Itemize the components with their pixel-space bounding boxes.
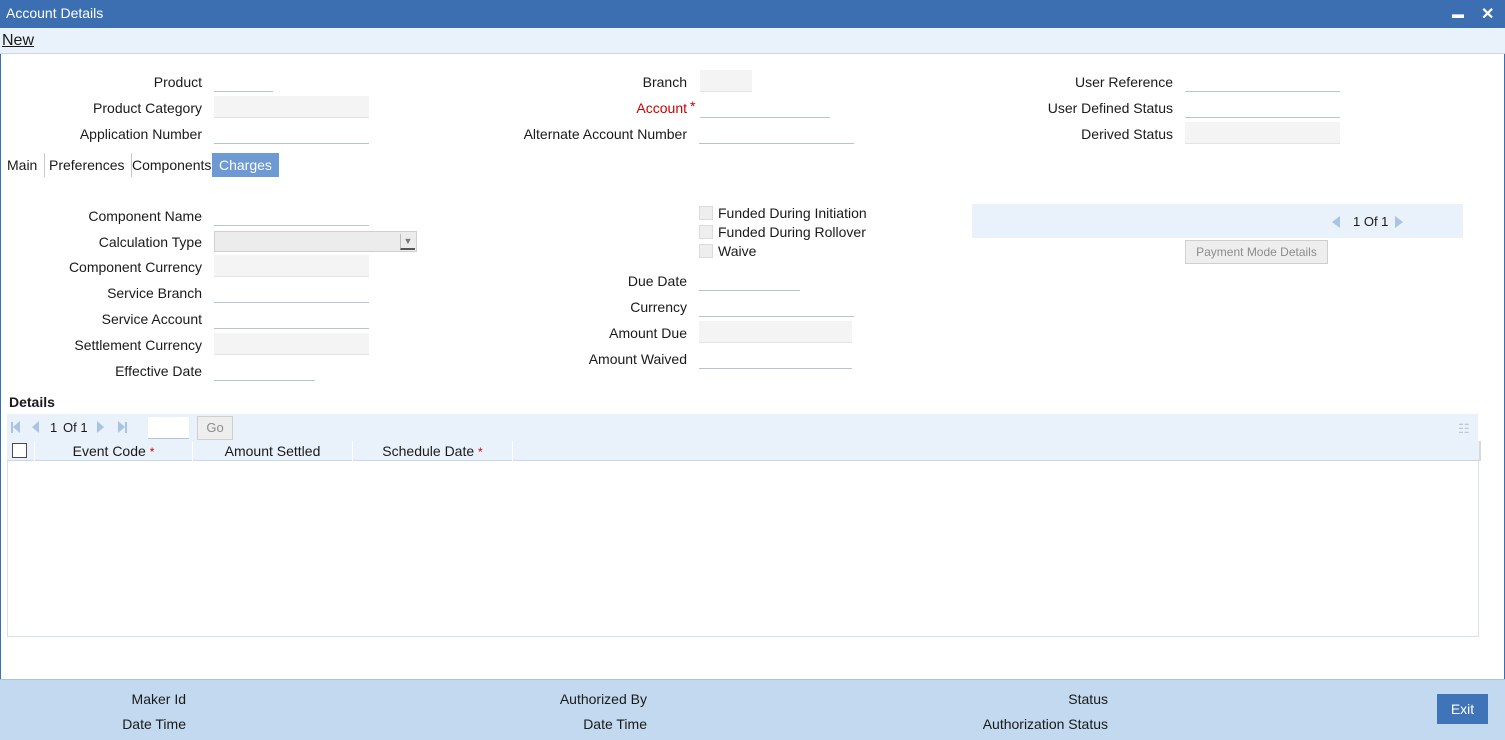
charges-pager: 1 Of 1 (972, 204, 1463, 238)
chevron-down-icon: ▼ (400, 234, 415, 250)
account-label: Account (636, 100, 687, 116)
tab-components[interactable]: Components (125, 153, 218, 177)
status-label: Status (1068, 691, 1108, 707)
page-number-input[interactable] (148, 417, 189, 439)
audit-footer (0, 679, 1505, 740)
column-amount-settled-label: Amount Settled (224, 443, 321, 459)
minimize-icon[interactable]: ▬ (1452, 7, 1464, 21)
service-branch-label: Service Branch (107, 285, 202, 301)
derived-status-label: Derived Status (1081, 126, 1173, 142)
menu-bar: New (0, 28, 1505, 54)
branch-field (700, 70, 752, 92)
product-category-label: Product Category (93, 100, 202, 116)
next-icon[interactable] (1395, 216, 1403, 228)
new-link[interactable]: New (2, 32, 34, 50)
application-number-label: Application Number (79, 126, 202, 142)
account-required-star: * (690, 98, 696, 114)
amount-waived-field[interactable] (699, 347, 852, 369)
alternate-account-number-label: Alternate Account Number (523, 126, 687, 142)
details-toolbar: 1 Of 1 Go ☷ (7, 414, 1478, 441)
column-settings-icon[interactable]: ☷ (1458, 421, 1470, 437)
details-grid-body (7, 461, 1479, 637)
event-code-required-star: * (149, 445, 155, 459)
authorized-by-label: Authorized By (559, 691, 647, 707)
next-page-icon[interactable] (97, 421, 104, 433)
application-number-field[interactable] (214, 122, 369, 144)
service-branch-field[interactable] (214, 281, 369, 303)
details-grid-header: Event Code * Amount Settled Schedule Dat… (7, 441, 1481, 461)
derived-status-field (1185, 122, 1340, 144)
window-titlebar: Account Details ▬ ✕ (0, 0, 1505, 28)
go-button[interactable]: Go (197, 416, 233, 440)
product-label: Product (153, 74, 202, 90)
waive-checkbox[interactable] (699, 244, 713, 258)
window-title: Account Details (6, 5, 104, 21)
charges-pager-text: 1 Of 1 (1353, 214, 1389, 229)
effective-date-label: Effective Date (115, 363, 202, 379)
last-page-bar (125, 422, 127, 433)
funded-during-rollover-checkbox[interactable] (699, 225, 713, 239)
settlement-currency-field (214, 333, 369, 355)
product-field[interactable] (214, 70, 273, 92)
effective-date-field[interactable] (214, 359, 315, 381)
close-icon[interactable]: ✕ (1481, 4, 1494, 24)
calculation-type-label: Calculation Type (98, 234, 202, 250)
service-account-label: Service Account (101, 311, 202, 327)
component-currency-field (214, 255, 369, 277)
account-field[interactable] (700, 96, 830, 118)
component-currency-label: Component Currency (68, 259, 202, 275)
amount-due-label: Amount Due (609, 325, 687, 341)
settlement-currency-label: Settlement Currency (74, 337, 202, 353)
alternate-account-number-field[interactable] (699, 122, 854, 144)
column-schedule-date[interactable]: Schedule Date * (353, 441, 513, 461)
component-name-label: Component Name (88, 208, 202, 224)
payment-mode-details-button[interactable]: Payment Mode Details (1185, 240, 1328, 264)
previous-icon[interactable] (1332, 216, 1340, 228)
due-date-label: Due Date (627, 273, 687, 289)
select-all-checkbox[interactable] (12, 443, 27, 458)
checker-date-time-label: Date Time (583, 716, 647, 732)
user-defined-status-label: User Defined Status (1047, 100, 1173, 116)
authorization-status-label: Authorization Status (982, 716, 1108, 732)
component-name-field[interactable] (214, 204, 369, 226)
first-page-icon[interactable] (13, 421, 20, 433)
service-account-field[interactable] (214, 307, 369, 329)
details-page-number: 1 (50, 420, 58, 435)
tab-main[interactable]: Main (0, 153, 46, 177)
branch-label: Branch (642, 74, 687, 90)
column-event-code[interactable]: Event Code * (35, 441, 193, 461)
maker-date-time-label: Date Time (122, 716, 186, 732)
tab-preferences[interactable]: Preferences (42, 153, 133, 177)
user-defined-status-field[interactable] (1185, 96, 1340, 118)
user-reference-label: User Reference (1074, 74, 1173, 90)
maker-id-label: Maker Id (131, 691, 186, 707)
column-amount-settled[interactable]: Amount Settled (193, 441, 353, 461)
due-date-field[interactable] (699, 269, 800, 291)
funded-during-rollover-label: Funded During Rollover (718, 224, 866, 240)
previous-page-icon[interactable] (32, 421, 39, 433)
funded-during-initiation-checkbox[interactable] (699, 206, 713, 220)
product-category-field (214, 96, 369, 118)
calculation-type-select[interactable]: ▼ (214, 231, 417, 252)
details-section-title: Details (9, 394, 55, 410)
column-event-code-label: Event Code (72, 443, 146, 459)
select-all-cell (7, 441, 35, 461)
waive-label: Waive (718, 243, 757, 259)
user-reference-field[interactable] (1185, 70, 1340, 92)
details-page-total: Of 1 (63, 420, 88, 435)
column-schedule-date-label: Schedule Date (382, 443, 475, 459)
schedule-date-required-star: * (478, 445, 483, 459)
amount-waived-label: Amount Waived (588, 351, 687, 367)
tab-charges[interactable]: Charges (212, 153, 279, 177)
currency-label: Currency (630, 299, 687, 315)
funded-during-initiation-label: Funded During Initiation (718, 205, 867, 221)
amount-due-field (699, 321, 852, 343)
last-page-icon[interactable] (118, 421, 125, 433)
currency-field[interactable] (699, 295, 854, 317)
exit-button[interactable]: Exit (1437, 694, 1488, 724)
